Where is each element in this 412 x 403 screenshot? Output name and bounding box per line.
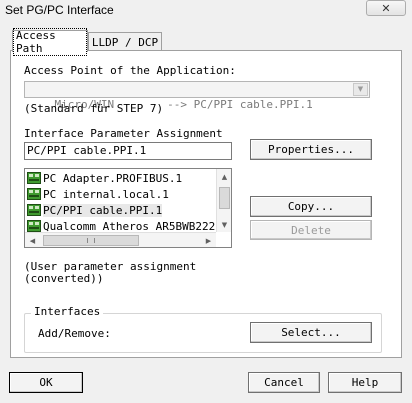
access-point-combobox[interactable]: Micro/WIN --> PC/PPI cable.PPI.1 ▼ [24, 81, 370, 111]
user-assignment-note-line2: (converted)) [24, 272, 104, 285]
vertical-scroll-thumb[interactable] [219, 187, 230, 209]
ok-button-label: OK [39, 376, 53, 389]
cancel-button-label: Cancel [264, 376, 304, 389]
list-item-label: PC internal.local.1 [43, 187, 169, 201]
scroll-down-icon[interactable]: ▼ [217, 217, 231, 232]
vertical-scrollbar[interactable]: ▲ ▼ [216, 169, 231, 232]
scroll-right-icon[interactable]: ▶ [201, 233, 216, 247]
delete-button-label: Delete [291, 223, 331, 237]
copy-button[interactable]: Copy... [250, 196, 372, 217]
horizontal-scrollbar[interactable]: ◀ ▶ [25, 232, 216, 247]
help-button-label: Help [351, 376, 379, 389]
delete-button[interactable]: Delete [250, 220, 372, 240]
network-adapter-icon [27, 220, 41, 232]
access-point-note: (Standard für STEP 7) [24, 102, 164, 115]
list-item[interactable]: PC internal.local.1 [27, 186, 215, 202]
copy-button-label: Copy... [287, 200, 335, 213]
properties-button-label: Properties... [267, 143, 355, 156]
list-item-label: PC/PPI cable.PPI.1 [43, 203, 163, 217]
network-adapter-icon [27, 172, 41, 184]
scroll-up-icon[interactable]: ▲ [217, 169, 231, 184]
interfaces-group-label: Interfaces [31, 305, 104, 318]
chevron-down-icon[interactable]: ▼ [353, 83, 368, 96]
scroll-left-icon[interactable]: ◀ [25, 233, 40, 247]
list-item[interactable]: PC Adapter.PROFIBUS.1 [27, 170, 215, 186]
interface-assignment-field[interactable]: PC/PPI cable.PPI.1 [24, 142, 232, 160]
properties-button[interactable]: Properties... [250, 139, 372, 160]
cancel-button[interactable]: Cancel [248, 372, 320, 393]
horizontal-scroll-thumb[interactable] [43, 235, 139, 246]
grip-icon [87, 238, 95, 243]
add-remove-label: Add/Remove: [38, 327, 111, 340]
access-point-label: Access Point of the Application: [24, 64, 236, 77]
interface-list[interactable]: PC Adapter.PROFIBUS.1 PC internal.local.… [24, 168, 232, 248]
interface-assignment-label: Interface Parameter Assignment [24, 127, 223, 140]
help-button[interactable]: Help [328, 372, 402, 393]
interface-assignment-value: PC/PPI cable.PPI.1 [27, 144, 147, 157]
list-item-label: Qualcomm Atheros AR5BWB222 W [43, 219, 215, 233]
ok-button[interactable]: OK [9, 372, 83, 393]
select-button-label: Select... [281, 326, 341, 339]
network-adapter-icon [27, 204, 41, 216]
list-item-label: PC Adapter.PROFIBUS.1 [43, 171, 183, 185]
select-button[interactable]: Select... [250, 322, 372, 343]
list-item-selected[interactable]: PC/PPI cable.PPI.1 [27, 202, 215, 218]
network-adapter-icon [27, 188, 41, 200]
